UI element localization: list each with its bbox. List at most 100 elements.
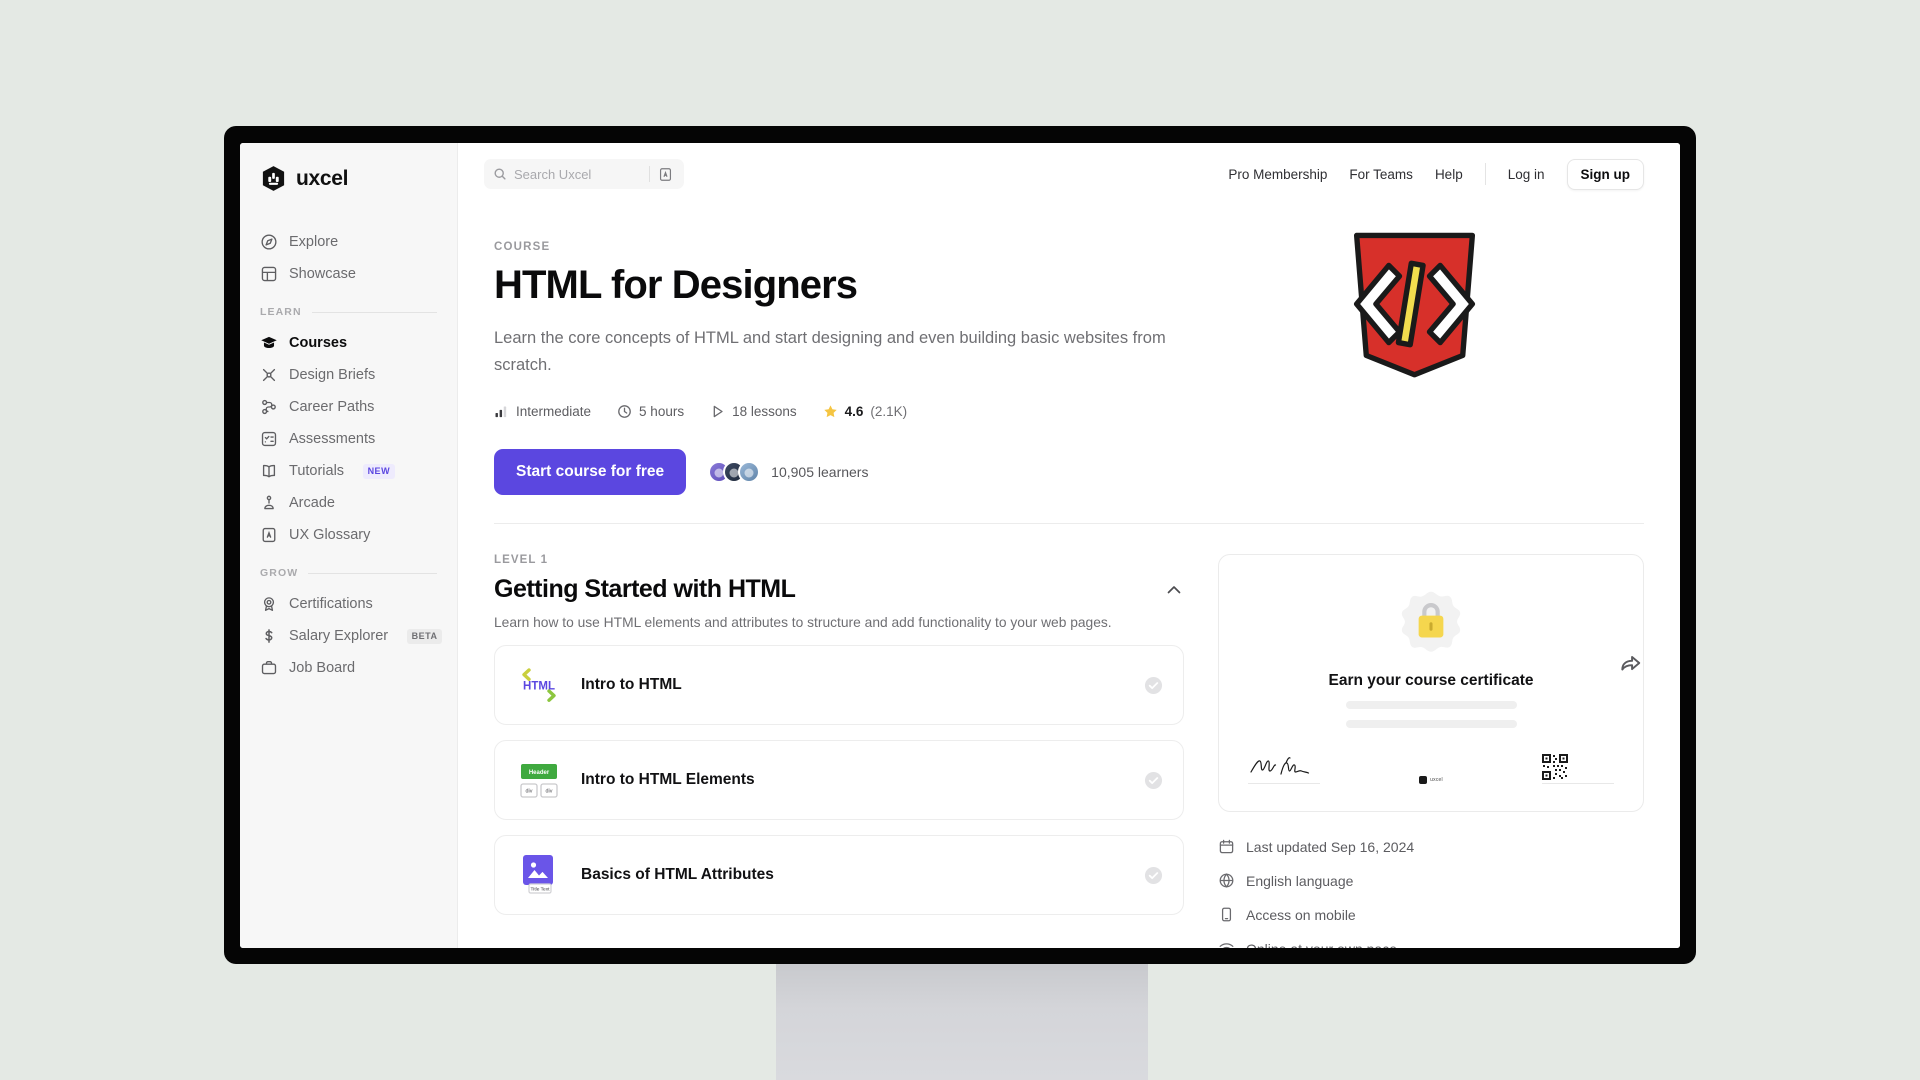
sidebar-item-label: UX Glossary: [289, 527, 371, 543]
certificate-footer: uxcel: [1248, 754, 1614, 785]
nav-help[interactable]: Help: [1435, 167, 1463, 182]
sidebar-item-salary-explorer[interactable]: Salary Explorer BETA: [240, 620, 457, 652]
joystick-icon: [260, 494, 278, 512]
info-language: English language: [1218, 872, 1644, 889]
sidebar-item-assessments[interactable]: Assessments: [240, 423, 457, 455]
rating-count: (2.1K): [870, 404, 908, 420]
course-info-list: Last updated Sep 16, 2024 English langua…: [1218, 838, 1644, 948]
divider: [1248, 783, 1320, 785]
list-item[interactable]: HTML Intro to HTML: [494, 645, 1184, 726]
svg-text:div: div: [546, 789, 553, 795]
play-icon: [710, 404, 725, 419]
meta-level: Intermediate: [494, 404, 591, 419]
briefcase-icon: [260, 659, 278, 677]
qr-code-icon: [1542, 754, 1614, 781]
sidebar-item-label: Courses: [289, 335, 348, 351]
certificate-preview: Earn your course certificate uxcel: [1230, 566, 1632, 801]
sidebar-item-label: Salary Explorer: [289, 628, 389, 644]
avatar: [738, 461, 761, 484]
sidebar-top-group: Explore Showcase: [240, 226, 457, 290]
sidebar-item-career-paths[interactable]: Career Paths: [240, 391, 457, 423]
info-last-updated: Last updated Sep 16, 2024: [1218, 838, 1644, 855]
clock-icon: [617, 404, 632, 419]
info-label: English language: [1246, 872, 1354, 889]
wifi-icon: [1218, 940, 1235, 948]
mobile-icon: [1218, 906, 1235, 923]
meta-duration: 5 hours: [617, 404, 684, 419]
sidebar-item-explore[interactable]: Explore: [240, 226, 457, 258]
level-header[interactable]: Getting Started with HTML: [494, 575, 1184, 604]
sidebar-item-tutorials[interactable]: Tutorials NEW: [240, 455, 457, 487]
assessment-icon: [260, 430, 278, 448]
lock-icon: [1388, 588, 1474, 666]
lesson-title: Basics of HTML Attributes: [581, 866, 774, 884]
glossary-shortcut-icon[interactable]: [657, 166, 674, 183]
sidebar-section-title: GROW: [260, 567, 299, 579]
meta-level-label: Intermediate: [516, 404, 592, 420]
top-navigation: Pro Membership For Teams Help Log in Sig…: [1228, 158, 1644, 190]
monitor-bezel: uxcel Explore Showcase LEARN Courses Des…: [224, 126, 1696, 964]
svg-text:Title Text: Title Text: [531, 887, 551, 893]
nav-for-teams[interactable]: For Teams: [1349, 167, 1413, 182]
sidebar-item-design-briefs[interactable]: Design Briefs: [240, 359, 457, 391]
sidebar-item-label: Tutorials: [289, 463, 345, 479]
info-label: Online at your own pace: [1246, 941, 1397, 948]
topbar: Pro Membership For Teams Help Log in Sig…: [458, 143, 1680, 205]
sidebar-item-label: Explore: [289, 234, 339, 250]
image-alt-thumb-icon: Title Text: [515, 851, 563, 899]
dollar-icon: [260, 627, 278, 645]
start-course-button[interactable]: Start course for free: [494, 449, 687, 496]
graduation-cap-icon: [260, 334, 278, 352]
content-area: COURSE HTML for Designers Learn the core…: [458, 205, 1680, 948]
sidebar-item-label: Design Briefs: [289, 367, 376, 383]
book-icon: [260, 462, 278, 480]
list-item[interactable]: Header div div Intro to HTML Elements: [494, 740, 1184, 821]
award-icon: [260, 595, 278, 613]
list-item[interactable]: Title Text Basics of HTML Attributes: [494, 835, 1184, 916]
uxcel-logo-icon: [1419, 776, 1428, 785]
sidebar-item-arcade[interactable]: Arcade: [240, 487, 457, 519]
course-subtitle: Learn the core concepts of HTML and star…: [494, 329, 1166, 374]
svg-text:Header: Header: [529, 770, 550, 776]
sidebar-item-ux-glossary[interactable]: UX Glossary: [240, 519, 457, 551]
sidebar-section-grow-header: GROW: [240, 567, 457, 579]
search-bar[interactable]: [484, 159, 684, 189]
nav-pro-membership[interactable]: Pro Membership: [1228, 167, 1327, 182]
course-hero-text: COURSE HTML for Designers Learn the core…: [494, 223, 1184, 496]
level-description: Learn how to use HTML elements and attri…: [494, 615, 1112, 631]
sidebar-item-job-board[interactable]: Job Board: [240, 652, 457, 684]
signature-icon: [1248, 754, 1320, 780]
placeholder-line: [1345, 720, 1517, 729]
sidebar-item-showcase[interactable]: Showcase: [240, 258, 457, 290]
divider: [308, 572, 437, 574]
meta-duration-label: 5 hours: [639, 404, 685, 420]
brand-logo[interactable]: uxcel: [240, 165, 457, 192]
cta-row: Start course for free 10,905 learners: [494, 449, 1184, 496]
chevron-up-icon[interactable]: [1164, 580, 1184, 600]
path-icon: [260, 398, 278, 416]
sidebar-item-courses[interactable]: Courses: [240, 327, 457, 359]
share-icon[interactable]: [1618, 650, 1644, 676]
login-link[interactable]: Log in: [1508, 167, 1545, 182]
new-badge: NEW: [363, 463, 395, 479]
signup-button[interactable]: Sign up: [1566, 158, 1644, 190]
course-logo-area: [1184, 223, 1644, 379]
divider: [649, 166, 650, 182]
sidebar-item-certifications[interactable]: Certifications: [240, 588, 457, 620]
check-circle-icon: [1144, 676, 1163, 695]
course-curriculum: LEVEL 1 Getting Started with HTML Learn …: [494, 524, 1644, 948]
meta-lessons: 18 lessons: [710, 404, 797, 419]
learner-avatars: [708, 461, 761, 484]
sidebar-item-label: Arcade: [289, 495, 335, 511]
html5-shield-logo-icon: [1348, 229, 1481, 379]
search-icon: [493, 167, 507, 181]
course-hero: COURSE HTML for Designers Learn the core…: [494, 223, 1644, 671]
divider: [1542, 783, 1614, 785]
bars-icon: [494, 404, 509, 419]
sidebar-item-label: Career Paths: [289, 399, 375, 415]
info-label: Last updated Sep 16, 2024: [1246, 838, 1415, 855]
sidebar: uxcel Explore Showcase LEARN Courses Des…: [240, 143, 458, 948]
check-circle-icon: [1144, 771, 1163, 790]
search-input[interactable]: [514, 166, 642, 182]
sidebar-item-label: Certifications: [289, 596, 373, 612]
